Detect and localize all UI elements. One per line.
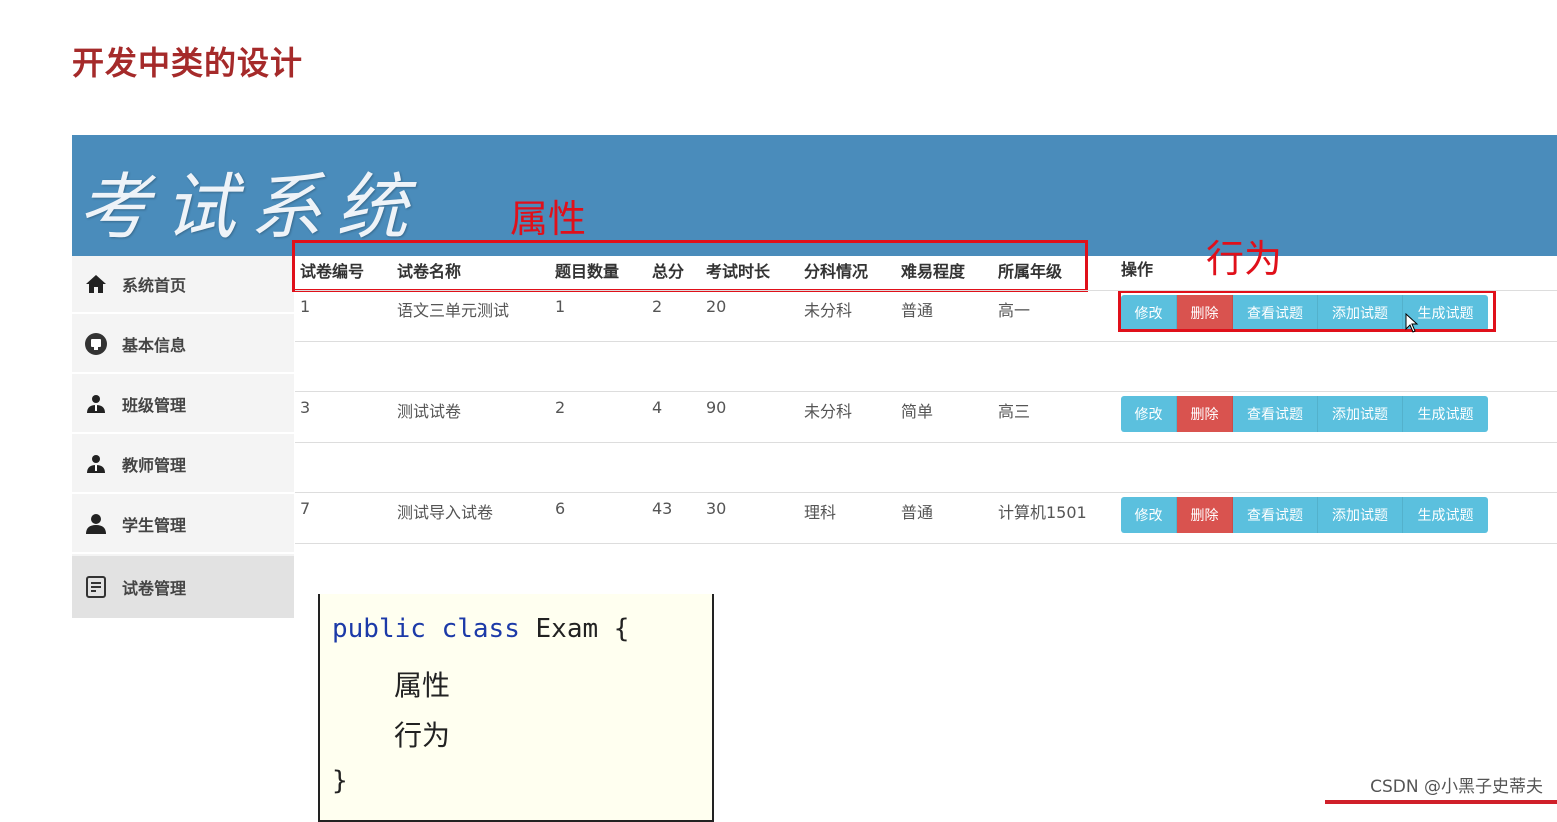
home-icon	[84, 272, 108, 296]
sidebar-item-exam[interactable]: 试卷管理	[72, 556, 294, 618]
sidebar-item-label: 基本信息	[122, 336, 187, 355]
header-actions: 操作	[1121, 260, 1154, 279]
sidebar-item-home[interactable]: 系统首页	[72, 256, 294, 314]
sidebar: 系统首页 基本信息 班级管理 教师管理 学生管理 试卷管理	[72, 256, 294, 618]
teacher-icon	[84, 452, 108, 476]
table-row	[295, 441, 1557, 493]
student-icon	[84, 512, 108, 536]
code-keyword-class: class	[441, 614, 520, 644]
code-snippet-box: public class Exam { 属性 行为 }	[318, 592, 714, 822]
table-row	[295, 290, 1557, 341]
sidebar-item-label: 学生管理	[122, 516, 187, 535]
sidebar-item-label: 试卷管理	[122, 579, 187, 598]
sidebar-item-basic-info[interactable]: 基本信息	[72, 316, 294, 374]
sidebar-item-label: 系统首页	[122, 276, 187, 295]
sidebar-item-label: 教师管理	[122, 456, 187, 475]
table-row	[295, 492, 1557, 543]
code-keyword-public: public	[332, 614, 426, 644]
app-logo: 考试系统	[78, 165, 423, 249]
corner-accent-bar	[1325, 800, 1557, 804]
table-row	[295, 542, 1557, 594]
info-icon	[84, 332, 108, 356]
table-row	[295, 391, 1557, 442]
table-row	[295, 340, 1557, 392]
sidebar-item-class[interactable]: 班级管理	[72, 376, 294, 434]
code-class-name: Exam {	[535, 614, 630, 644]
attributes-highlight-box	[292, 240, 1088, 292]
watermark: CSDN @小黑子史蒂夫	[1370, 777, 1543, 797]
code-line-behavior: 行为	[394, 719, 451, 752]
sidebar-item-label: 班级管理	[122, 396, 187, 415]
slide-title: 开发中类的设计	[72, 44, 304, 82]
users-icon	[84, 392, 108, 416]
code-line-close-brace: }	[332, 766, 348, 796]
document-icon	[84, 575, 108, 599]
attributes-annotation: 属性	[510, 197, 587, 241]
behavior-annotation: 行为	[1206, 237, 1283, 281]
code-line-attributes: 属性	[394, 669, 451, 702]
sidebar-item-student[interactable]: 学生管理	[72, 496, 294, 554]
code-line-class-declaration: public class Exam {	[332, 614, 629, 644]
sidebar-item-teacher[interactable]: 教师管理	[72, 436, 294, 494]
